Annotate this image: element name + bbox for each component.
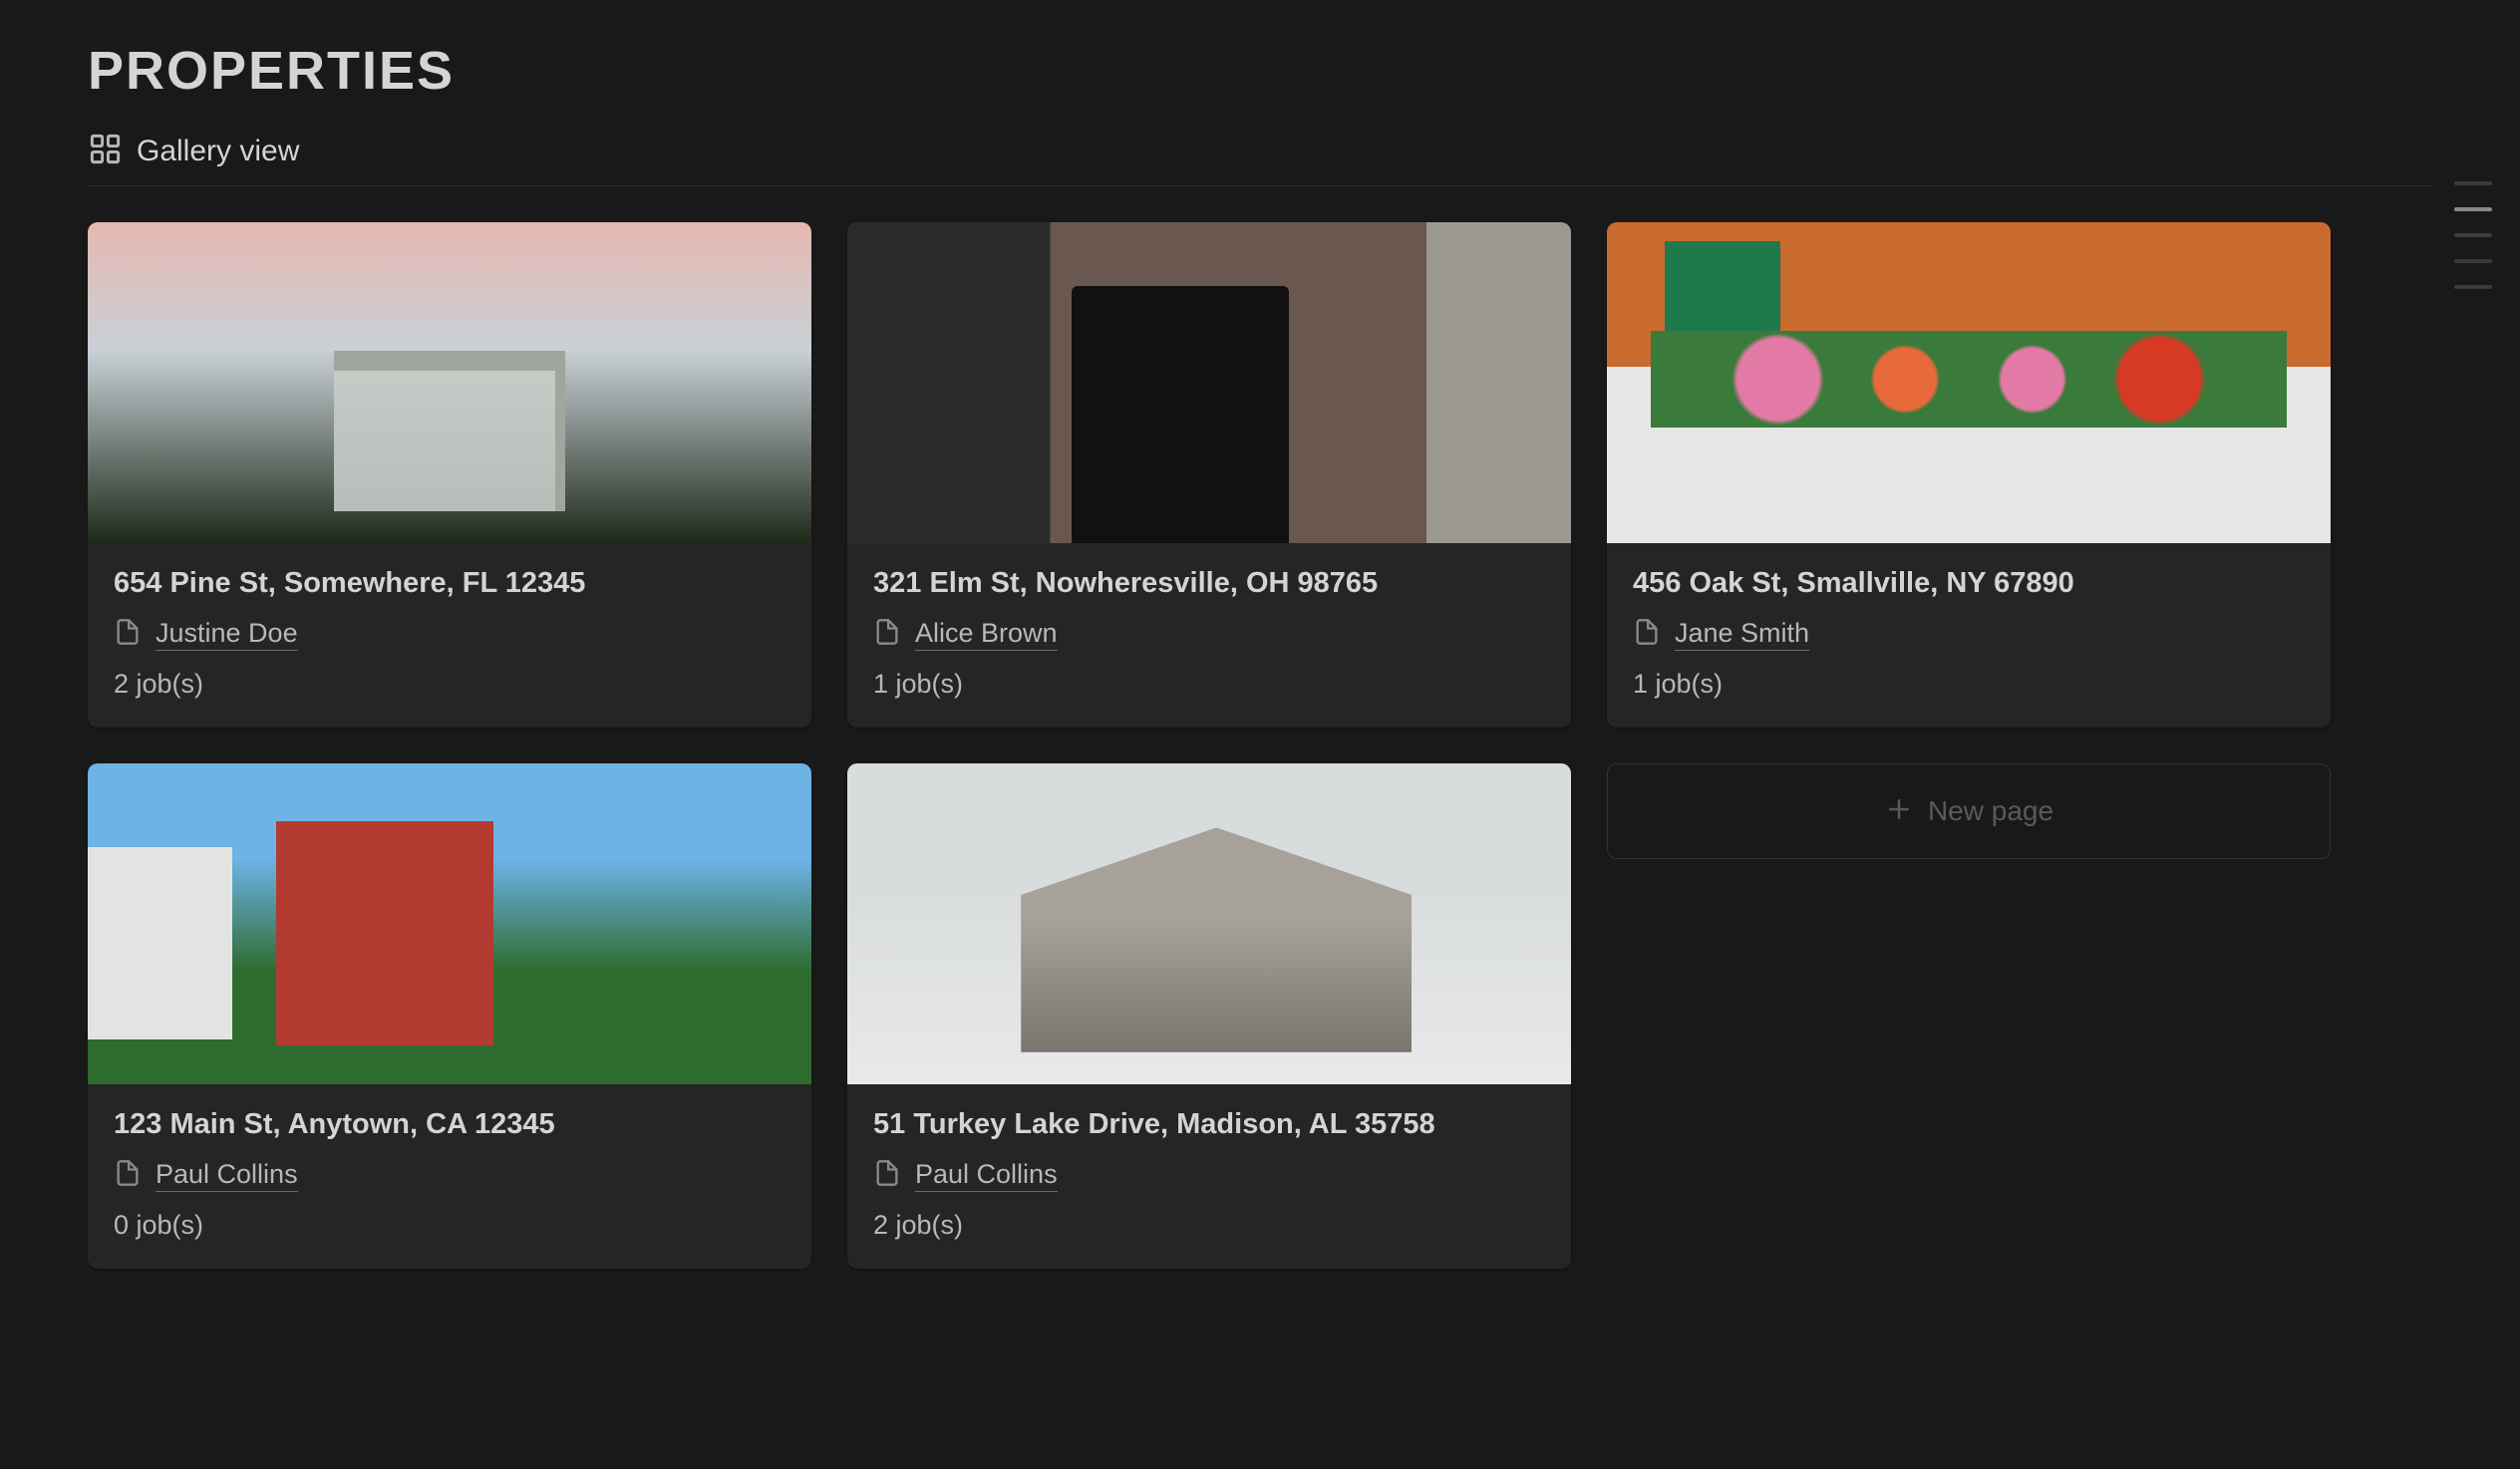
property-address: 456 Oak St, Smallville, NY 67890 (1633, 567, 2305, 600)
person-name: Paul Collins (915, 1159, 1058, 1192)
property-jobs: 1 job(s) (1633, 669, 2305, 700)
outline-line[interactable] (2454, 259, 2492, 263)
page-icon (114, 618, 142, 651)
property-image (88, 763, 811, 1084)
property-card[interactable]: 51 Turkey Lake Drive, Madison, AL 35758 … (847, 763, 1571, 1269)
person-name: Justine Doe (156, 618, 298, 651)
person-name: Alice Brown (915, 618, 1058, 651)
property-jobs: 0 job(s) (114, 1210, 786, 1241)
property-card[interactable]: 654 Pine St, Somewhere, FL 12345 Justine… (88, 222, 811, 728)
view-tab-gallery[interactable]: Gallery view (137, 135, 299, 168)
property-jobs: 1 job(s) (873, 669, 1545, 700)
page-title: PROPERTIES (88, 40, 2432, 102)
property-card[interactable]: 321 Elm St, Nowheresville, OH 98765 Alic… (847, 222, 1571, 728)
new-page-label: New page (1928, 795, 2053, 827)
outline-line[interactable] (2454, 233, 2492, 237)
property-image (847, 222, 1571, 543)
property-address: 51 Turkey Lake Drive, Madison, AL 35758 (873, 1108, 1545, 1141)
property-person[interactable]: Jane Smith (1633, 618, 2305, 651)
page-icon (114, 1159, 142, 1192)
property-address: 321 Elm St, Nowheresville, OH 98765 (873, 567, 1545, 600)
property-address: 654 Pine St, Somewhere, FL 12345 (114, 567, 786, 600)
property-image (847, 763, 1571, 1084)
property-person[interactable]: Alice Brown (873, 618, 1545, 651)
new-page-button[interactable]: New page (1607, 763, 2331, 859)
plus-icon (1884, 794, 1914, 829)
property-person[interactable]: Paul Collins (873, 1159, 1545, 1192)
property-address: 123 Main St, Anytown, CA 12345 (114, 1108, 786, 1141)
property-grid: 654 Pine St, Somewhere, FL 12345 Justine… (88, 222, 2432, 1269)
outline-line[interactable] (2454, 207, 2492, 211)
property-image (88, 222, 811, 543)
property-person[interactable]: Paul Collins (114, 1159, 786, 1192)
gallery-view-icon (88, 132, 123, 171)
outline-line[interactable] (2454, 181, 2492, 185)
person-name: Paul Collins (156, 1159, 298, 1192)
page-icon (873, 1159, 901, 1192)
property-card[interactable]: 123 Main St, Anytown, CA 12345 Paul Coll… (88, 763, 811, 1269)
page-icon (873, 618, 901, 651)
property-person[interactable]: Justine Doe (114, 618, 786, 651)
page-outline[interactable] (2454, 181, 2492, 289)
property-image (1607, 222, 2331, 543)
person-name: Jane Smith (1675, 618, 1809, 651)
view-tabs: Gallery view (88, 132, 2432, 186)
property-jobs: 2 job(s) (873, 1210, 1545, 1241)
property-card[interactable]: 456 Oak St, Smallville, NY 67890 Jane Sm… (1607, 222, 2331, 728)
property-jobs: 2 job(s) (114, 669, 786, 700)
page-icon (1633, 618, 1661, 651)
outline-line[interactable] (2454, 285, 2492, 289)
